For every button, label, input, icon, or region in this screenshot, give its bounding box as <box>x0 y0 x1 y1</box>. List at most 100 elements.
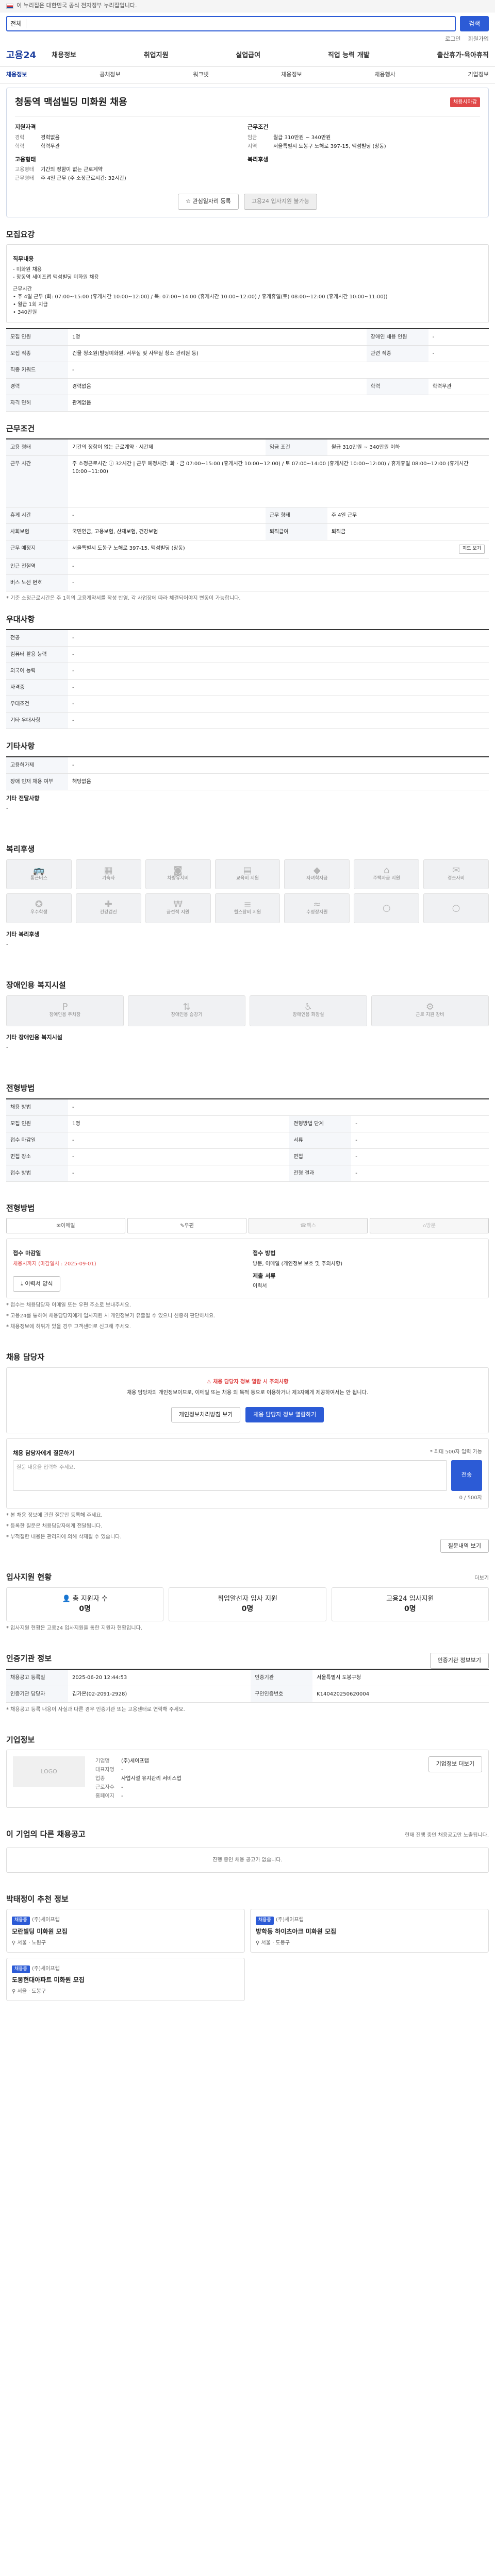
toilet-icon: ♿ <box>304 1001 313 1012</box>
search-scope-select[interactable]: 전체 <box>10 19 27 28</box>
disability-section: 장애인용 복지시설 P 장애인용 주차장 ⇅ 장애인용 승강기 ♿ 장애인용 화장실 … <box>6 979 489 1052</box>
pin-icon: ⚲ <box>12 1940 18 1946</box>
recommend-card[interactable]: 채용중 (주)세이프랩 모란빌딩 미화원 모집 ⚲ 서울 · 노원구 <box>6 1909 245 1953</box>
map-button[interactable]: 지도 보기 <box>459 545 485 554</box>
summary-qualification: 지원자격 경력 경력없음 학력 학력무관 고용형태 고용형태 기간의 정함이 없는 근… <box>15 124 126 181</box>
welfare-item: ▦ 기숙사 <box>75 859 141 889</box>
welfare-item: ₩ 금전적 지원 <box>145 893 211 923</box>
resume-form-button[interactable]: ⤓ 이력서 양식 <box>13 1276 61 1292</box>
building-icon: ▦ <box>104 865 113 876</box>
apply-tab-fax: ☎ 팩스 <box>249 1218 368 1233</box>
interest-button[interactable]: ☆ 관심일자리 등록 <box>178 194 239 210</box>
bus-icon: 🚌 <box>33 865 45 876</box>
manage-table: 채용공고 등록일 2025-06-20 12:44:53 인증기관 서울특별시 도봉구… <box>6 1668 489 1703</box>
work-note: * 기준 소정근로시간은 주 1회의 고용계약서를 작성 반영, 각 사업장에 … <box>6 595 241 601</box>
korea-flag-icon <box>6 3 13 9</box>
placeholder-icon: ○ <box>382 902 391 913</box>
lnb-item-5[interactable]: 기업정보 <box>468 71 489 79</box>
prefs-table: 전공 - 컴퓨터 활용 능력 - 외국어 능력 - 자격증 - 우대조건 - 기타 우대사… <box>6 629 489 729</box>
apply-tab-email[interactable]: ✉ 이메일 <box>6 1218 125 1233</box>
etc-section: 기타사항 고용허가제 - 장애 인재 채용 여부 해당없음 기타 전달사항 - <box>6 740 489 812</box>
signup-link[interactable]: 회원가입 <box>468 35 489 44</box>
table-row: 사회보험 국민연금, 고용보험, 산재보험, 건강보험 퇴직급여 퇴직금 <box>6 523 489 540</box>
table-row: 모집 인원 1명 장애인 채용 인원 - <box>6 328 489 346</box>
global-nav: 고용24 채용정보 취업지원 실업급여 직업 능력 개발 출산휴가·육아휴직 <box>0 44 495 67</box>
support-icon: ⚙ <box>425 1001 435 1012</box>
show-contact-button[interactable]: 채용 담당자 정보 열람하기 <box>245 1406 324 1422</box>
inquiry-textarea[interactable]: 질문 내용을 입력해 주세요. <box>13 1460 447 1491</box>
stats-more-link[interactable]: 더보기 <box>474 1574 489 1587</box>
gnb-item-jobs[interactable]: 채용정보 <box>52 50 76 61</box>
lnb-item-4[interactable]: 채용행사 <box>374 71 395 79</box>
table-row: 버스 노선 번호 - <box>6 574 489 591</box>
search-button[interactable]: 검색 <box>460 16 489 31</box>
table-row: 채용 방법 - <box>6 1098 489 1116</box>
login-link[interactable]: 로그인 <box>445 35 460 44</box>
warning-icon: ⚠ <box>206 1379 213 1385</box>
corp-more-button[interactable]: 기업정보 더보기 <box>428 1756 482 1772</box>
recommend-card[interactable]: 채용중 (주)세이프랩 도봉현대아파트 미화원 모집 ⚲ 서울 · 도봉구 <box>6 1957 245 2001</box>
prefs-heading: 우대사항 <box>6 614 35 624</box>
table-row: 자격 면허 관계없음 <box>6 395 489 412</box>
other-jobs-section: 이 기업의 다른 채용공고 현재 진행 중인 채용공고만 노출됩니다. 진행 중… <box>6 1828 489 1873</box>
disability-grid: P 장애인용 주차장 ⇅ 장애인용 승강기 ♿ 장애인용 화장실 ⚙ 근로 지원 장비 <box>6 995 489 1026</box>
lnb-item-1[interactable]: 공채정보 <box>100 71 120 79</box>
prefs-section: 우대사항 전공 - 컴퓨터 활용 능력 - 외국어 능력 - 자격증 - 우대조건 - 기… <box>6 614 489 729</box>
mail-icon: ✉ <box>56 1223 61 1229</box>
lnb-item-0[interactable]: 채용정보 <box>6 71 27 79</box>
inquiry-history-button[interactable]: 질문내역 보기 <box>440 1538 489 1553</box>
stat-online: 고용24 입사지원 0명 <box>331 1587 489 1621</box>
welfare-item: ✉ 경조사비 <box>423 859 489 889</box>
gnb-item-unemployment[interactable]: 실업급여 <box>236 50 260 61</box>
manage-info-button[interactable]: 인증기관 정보보기 <box>430 1653 489 1669</box>
gnb-item-leave[interactable]: 출산휴가·육아휴직 <box>437 50 489 61</box>
contact-heading: 채용 담당자 <box>6 1352 45 1362</box>
table-row: 인증기관 담당자 김가온(02-2091-2928) 구인인증번호 K14042025… <box>6 1686 489 1703</box>
pin-icon: ⚲ <box>256 1940 261 1946</box>
contact-warning: ⚠ 채용 담당자 정보 열람 시 주의사항 <box>206 1379 289 1385</box>
job-title: 청동역 맥섬빌딩 미화원 채용 <box>15 97 127 108</box>
apply-tab-post[interactable]: ✎ 우편 <box>127 1218 246 1233</box>
privacy-policy-button[interactable]: 개인정보처리방침 보기 <box>171 1406 241 1422</box>
table-row: 직종 키워드 - <box>6 362 489 379</box>
recruit-table: 모집 인원 1명 장애인 채용 인원 - 모집 직종 건물 청소원(빌딩미화원, 서무실… <box>6 328 489 412</box>
gov-notice-text: 이 누리집은 대한민국 공식 전자정부 누리집입니다. <box>16 2 137 9</box>
gov-notice-bar: 이 누리집은 대한민국 공식 전자정부 누리집입니다. <box>0 0 495 12</box>
graduation-icon: ◆ <box>313 865 321 876</box>
work-heading: 근무조건 <box>6 423 35 433</box>
inquiry-send-button[interactable]: 전송 <box>451 1460 482 1491</box>
lnb-item-2[interactable]: 워크넷 <box>193 71 208 79</box>
gnb-item-training[interactable]: 직업 능력 개발 <box>328 50 370 61</box>
stat-referral: 취업알선자 입사 지원 0명 <box>169 1587 326 1621</box>
table-row: 장애 인재 채용 여부 해당없음 <box>6 773 489 790</box>
lnb-item-3[interactable]: 채용정보 <box>281 71 302 79</box>
work-section: 근무조건 고용 형태 기간의 정함이 없는 근로계약 · 시간제 임금 조건 월급 3… <box>6 423 489 602</box>
etc-heading: 기타사항 <box>6 741 35 751</box>
table-row: 근무 시간 주 소정근로시간 ⓘ 32시간 | 근무 예정시간: 화 · 금 07… <box>6 455 489 507</box>
etc-table: 고용허가제 - 장애 인재 채용 여부 해당없음 <box>6 756 489 790</box>
search-input[interactable]: 전체 <box>6 16 456 31</box>
welfare-item: ⌂ 주택자금 지원 <box>354 859 420 889</box>
search-row: 전체 검색 <box>0 12 495 35</box>
welfare-item: ◙ 차량유지비 <box>145 859 211 889</box>
recommend-card[interactable]: 채용중 (주)세이프랩 방학동 하이츠아크 미화원 모집 ⚲ 서울 · 도봉구 <box>250 1909 489 1953</box>
table-row: 외국어 능력 - <box>6 663 489 680</box>
corp-heading: 기업정보 <box>6 1735 35 1744</box>
site-logo[interactable]: 고용24 <box>6 48 36 62</box>
welfare-item: ○ <box>354 893 420 923</box>
table-row: 근무 예정지 서울특별시 도봉구 노해로 397-15, 맥섬빌딩 (창동) 지도 … <box>6 540 489 558</box>
recruit-section: 모집요강 직무내용 - 미화원 채용 - 창동역 세이프랩 맥섬빌딩 미화원 채… <box>6 229 489 412</box>
health-icon: ✚ <box>104 899 112 910</box>
parking-icon: P <box>62 1001 68 1012</box>
welfare-item: ○ <box>423 893 489 923</box>
table-row: 경력 경력없음 학력 학력무관 <box>6 378 489 395</box>
book-icon: ▤ <box>243 865 252 876</box>
gnb-item-support[interactable]: 취업지원 <box>144 50 169 61</box>
house-icon: ⌂ <box>383 865 390 876</box>
car-icon: ◙ <box>173 865 183 876</box>
duty-lines: - 미화원 채용 - 창동역 세이프랩 맥섬빌딩 미화원 채용 근무시간 • 주… <box>13 266 388 315</box>
disability-item: ⚙ 근로 지원 장비 <box>371 995 489 1026</box>
star-icon: ☆ <box>186 198 193 205</box>
table-row: 고용 형태 기간의 정함이 없는 근로계약 · 시간제 임금 조건 월급 310만원 … <box>6 439 489 456</box>
disability-heading: 장애인용 복지시설 <box>6 980 66 990</box>
